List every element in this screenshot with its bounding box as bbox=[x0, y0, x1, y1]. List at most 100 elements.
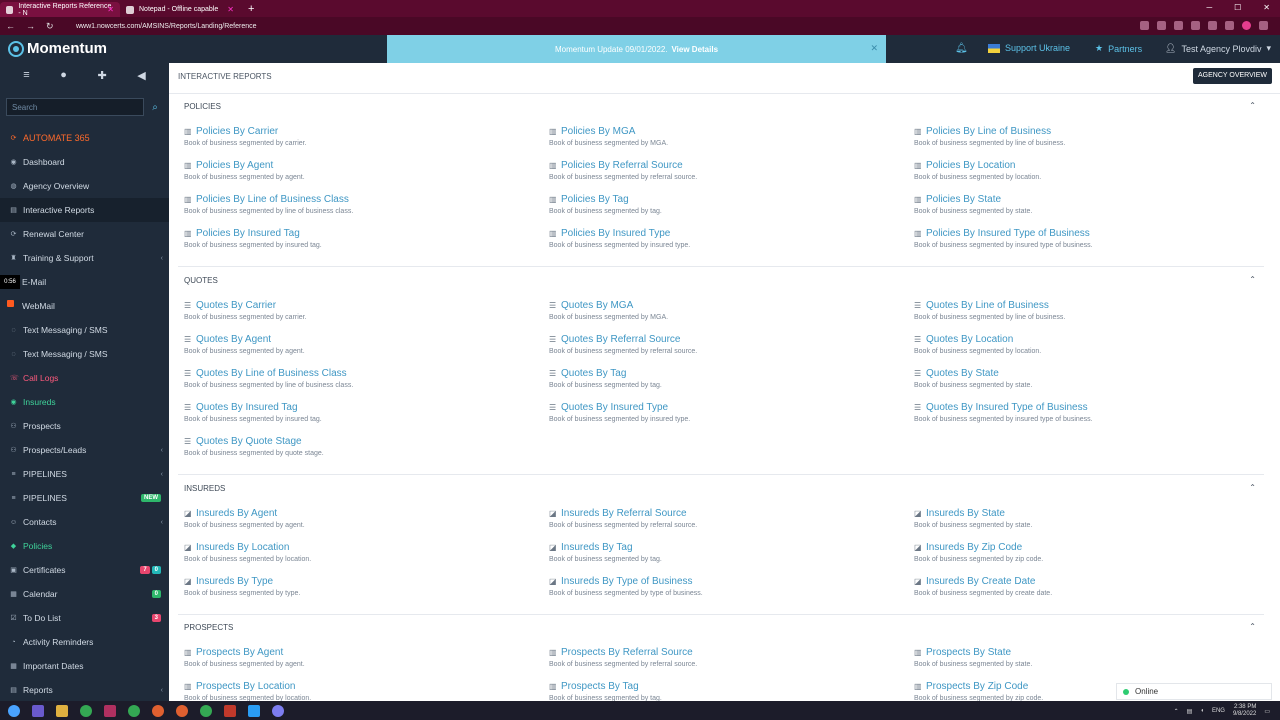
sidebar-item-reports[interactable]: ▤ Reports ‹ bbox=[0, 678, 169, 701]
chrome-icon[interactable] bbox=[128, 704, 140, 717]
report-link[interactable]: ☰ Quotes By Insured Type of Business bbox=[914, 402, 1093, 413]
report-link[interactable]: ◪ Insureds By Location bbox=[184, 542, 311, 553]
sidebar-item-important-dates[interactable]: ▦ Important Dates bbox=[0, 654, 169, 678]
search-icon[interactable]: ⌕ bbox=[148, 102, 162, 113]
section-title[interactable]: PROSPECTS bbox=[178, 616, 1264, 638]
report-link[interactable]: ▥ Prospects By Agent bbox=[184, 647, 305, 658]
record-icon[interactable]: ● bbox=[60, 69, 67, 89]
network-icon[interactable]: ▤ bbox=[1187, 708, 1193, 715]
report-link[interactable]: ▥ Prospects By Zip Code bbox=[914, 681, 1043, 692]
sidebar-item-prospects-leads[interactable]: ⚇ Prospects/Leads ‹ bbox=[0, 438, 169, 462]
chevron-up-icon[interactable]: ⌃ bbox=[1249, 101, 1256, 110]
report-link[interactable]: ☰ Quotes By Line of Business bbox=[914, 300, 1065, 311]
chrome-icon[interactable] bbox=[176, 704, 188, 717]
more-icon[interactable] bbox=[1259, 21, 1268, 30]
sidebar-item-renewal-center[interactable]: ⟳ Renewal Center bbox=[0, 222, 169, 246]
chrome-icon[interactable] bbox=[200, 704, 212, 717]
clock[interactable]: 2:38 PM 9/8/2022 bbox=[1233, 704, 1256, 718]
tray-arrow-icon[interactable]: ⌃ bbox=[1174, 708, 1179, 715]
report-link[interactable]: ▥ Policies By State bbox=[914, 194, 1032, 205]
language-indicator[interactable]: ENG bbox=[1212, 708, 1225, 714]
chrome-icon[interactable] bbox=[80, 704, 92, 717]
report-link[interactable]: ☰ Quotes By Location bbox=[914, 334, 1041, 345]
back-icon[interactable]: ← bbox=[6, 21, 16, 31]
chevron-up-icon[interactable]: ⌃ bbox=[1249, 622, 1256, 631]
sidebar-item-automate-365[interactable]: ⟳ AUTOMATE 365 bbox=[0, 126, 169, 150]
notifications-icon[interactable]: ▭ bbox=[1264, 708, 1270, 715]
reload-icon[interactable]: ↻ bbox=[46, 21, 56, 32]
report-link[interactable]: ▥ Policies By Referral Source bbox=[549, 160, 697, 171]
report-link[interactable]: ☰ Quotes By Insured Type bbox=[549, 402, 690, 413]
report-link[interactable]: ▥ Policies By Location bbox=[914, 160, 1041, 171]
sidebar-item-insureds[interactable]: ◉ Insureds bbox=[0, 390, 169, 414]
tab-close-icon[interactable]: ✕ bbox=[107, 5, 114, 14]
report-link[interactable]: ▥ Policies By Carrier bbox=[184, 126, 307, 137]
banner-close-icon[interactable]: ✕ bbox=[870, 43, 878, 54]
sidebar-item-certificates[interactable]: ▣ Certificates 7 0 bbox=[0, 558, 169, 582]
sidebar-item-text-messaging-sms[interactable]: ◌ Text Messaging / SMS bbox=[0, 318, 169, 342]
report-link[interactable]: ▥ Policies By Tag bbox=[549, 194, 662, 205]
sidebar-item-activity-reminders[interactable]: ◔ Activity Reminders bbox=[0, 630, 169, 654]
forward-icon[interactable]: → bbox=[26, 21, 36, 31]
banner-view-details-link[interactable]: View Details bbox=[671, 45, 718, 54]
browser-tab[interactable]: Notepad - Offline capable ✕ bbox=[120, 2, 240, 17]
online-status[interactable]: Online bbox=[1116, 683, 1272, 700]
search-input[interactable] bbox=[6, 98, 144, 116]
skype-icon[interactable] bbox=[248, 704, 260, 717]
zoom-icon[interactable] bbox=[1140, 21, 1149, 30]
sidebar-item-text-messaging-sms[interactable]: ◌ Text Messaging / SMS bbox=[0, 342, 169, 366]
chevron-up-icon[interactable]: ⌃ bbox=[1249, 483, 1256, 492]
report-link[interactable]: ◪ Insureds By State bbox=[914, 508, 1032, 519]
sidebar-item-contacts[interactable]: ☺ Contacts ‹ bbox=[0, 510, 169, 534]
section-title[interactable]: INSUREDS bbox=[178, 477, 1264, 499]
report-link[interactable]: ☰ Quotes By Referral Source bbox=[549, 334, 697, 345]
report-link[interactable]: ☰ Quotes By Tag bbox=[549, 368, 662, 379]
new-tab-icon[interactable]: + bbox=[248, 2, 260, 17]
report-link[interactable]: ◪ Insureds By Referral Source bbox=[549, 508, 697, 519]
app-icon[interactable] bbox=[104, 704, 116, 717]
sidebar-item-webmail[interactable]: WebMail bbox=[0, 294, 169, 318]
sidebar-item-policies[interactable]: ◆ Policies bbox=[0, 534, 169, 558]
extension-icon[interactable] bbox=[1191, 21, 1200, 30]
maximize-icon[interactable]: ☐ bbox=[1234, 3, 1241, 12]
report-link[interactable]: ☰ Quotes By MGA bbox=[549, 300, 668, 311]
report-link[interactable]: ◪ Insureds By Create Date bbox=[914, 576, 1052, 587]
report-link[interactable]: ◪ Insureds By Tag bbox=[549, 542, 662, 553]
minimize-icon[interactable]: ─ bbox=[1206, 3, 1212, 12]
report-link[interactable]: ☰ Quotes By Line of Business Class bbox=[184, 368, 353, 379]
report-link[interactable]: ☰ Quotes By State bbox=[914, 368, 1032, 379]
partners-link[interactable]: ★ Partners bbox=[1095, 43, 1142, 54]
close-window-icon[interactable]: ✕ bbox=[1263, 3, 1270, 12]
support-ukraine-link[interactable]: Support Ukraine bbox=[988, 43, 1070, 53]
report-link[interactable]: ◪ Insureds By Zip Code bbox=[914, 542, 1043, 553]
sidebar-item-prospects[interactable]: ⚇ Prospects bbox=[0, 414, 169, 438]
windows-start-icon[interactable] bbox=[8, 704, 20, 717]
app-logo[interactable]: Momentum bbox=[8, 40, 107, 57]
chevron-up-icon[interactable]: ⌃ bbox=[1249, 275, 1256, 284]
chrome-icon[interactable] bbox=[152, 704, 164, 717]
section-title[interactable]: QUOTES bbox=[178, 269, 1264, 291]
sidebar-item-to-do-list[interactable]: ☑ To Do List 3 bbox=[0, 606, 169, 630]
hamburger-menu-icon[interactable]: ≡ bbox=[23, 69, 29, 89]
sidebar-item-calendar[interactable]: ▦ Calendar 0 bbox=[0, 582, 169, 606]
user-menu[interactable]: 👤︎ Test Agency Plovdiv ▾ bbox=[1165, 43, 1271, 54]
report-link[interactable]: ▥ Policies By Insured Type of Business bbox=[914, 228, 1093, 239]
bell-icon[interactable]: 🔔︎ bbox=[955, 43, 968, 54]
report-link[interactable]: ▥ Prospects By Referral Source bbox=[549, 647, 697, 658]
puzzle-icon[interactable] bbox=[1208, 21, 1217, 30]
sidebar-item-pipelines[interactable]: ≡ PIPELINES ‹ bbox=[0, 462, 169, 486]
report-link[interactable]: ☰ Quotes By Insured Tag bbox=[184, 402, 322, 413]
report-link[interactable]: ▥ Policies By Line of Business Class bbox=[184, 194, 353, 205]
sidebar-item-e-mail[interactable]: 0:56 E-Mail bbox=[0, 270, 169, 294]
browser-tab-active[interactable]: Interactive Reports Reference - N ✕ bbox=[0, 2, 120, 17]
sidebar-item-pipelines[interactable]: ≡ PIPELINES NEW bbox=[0, 486, 169, 510]
app-icon[interactable] bbox=[272, 704, 284, 717]
report-link[interactable]: ◪ Insureds By Type bbox=[184, 576, 300, 587]
tab-close-icon[interactable]: ✕ bbox=[227, 5, 234, 14]
teams-icon[interactable] bbox=[32, 704, 44, 717]
sidebar-item-dashboard[interactable]: ◉ Dashboard bbox=[0, 150, 169, 174]
report-link[interactable]: ▥ Policies By Agent bbox=[184, 160, 305, 171]
report-link[interactable]: ▥ Policies By Insured Tag bbox=[184, 228, 322, 239]
report-link[interactable]: ☰ Quotes By Carrier bbox=[184, 300, 307, 311]
profile-icon[interactable] bbox=[1242, 21, 1251, 30]
